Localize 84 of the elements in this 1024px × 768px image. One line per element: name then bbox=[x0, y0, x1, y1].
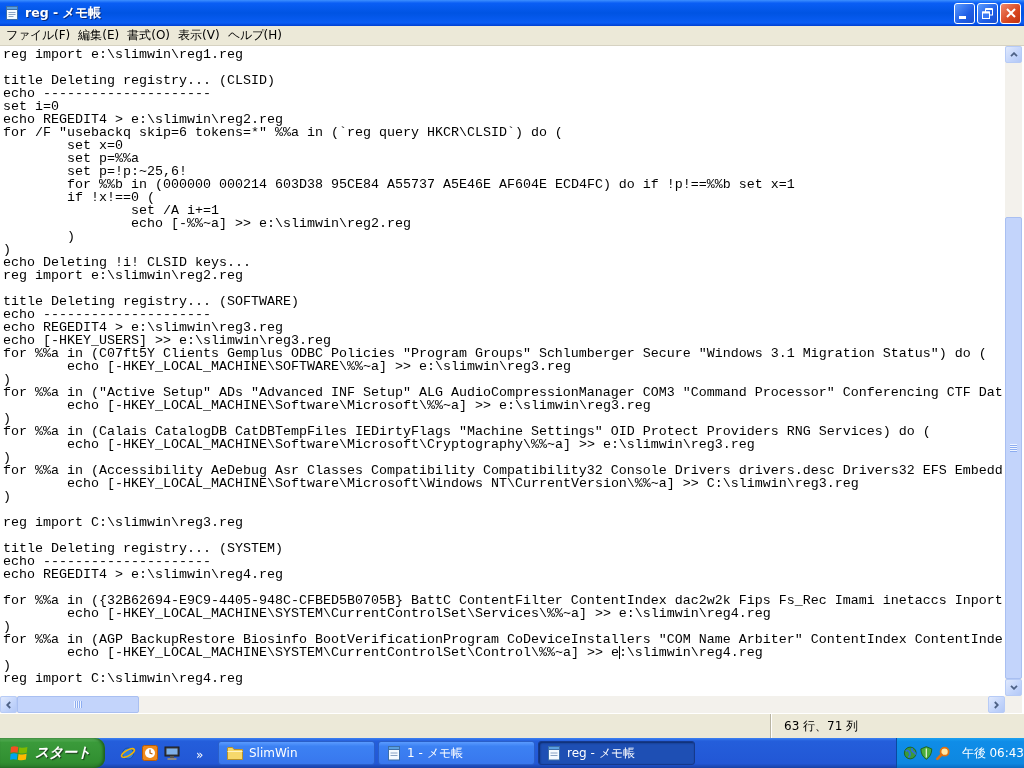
code-line: echo REGEDIT4 > e:\slimwin\reg2.reg bbox=[3, 112, 283, 127]
chevron-left-icon bbox=[6, 700, 11, 709]
chevron-up-icon bbox=[1009, 52, 1018, 57]
scroll-up-button[interactable] bbox=[1005, 46, 1022, 63]
code-line: if !x!==0 ( bbox=[67, 190, 155, 205]
task-button[interactable]: reg - メモ帳 bbox=[538, 741, 695, 765]
code-line: set /A i+=1 bbox=[131, 203, 219, 218]
close-button[interactable] bbox=[1000, 2, 1021, 24]
notepad-icon bbox=[547, 745, 561, 761]
chevron-down-icon bbox=[1009, 685, 1018, 690]
code-line: echo [-HKEY_LOCAL_MACHINE\SOFTWARE\%%~a] >> e:\slimwin\reg3.reg bbox=[67, 359, 571, 374]
code-line: title Deleting registry... (SYSTEM) bbox=[3, 541, 283, 556]
scroll-down-button[interactable] bbox=[1005, 679, 1022, 696]
code-line: echo Deleting !i! CLSID keys... bbox=[3, 255, 251, 270]
code-line: echo [-HKEY_USERS] >> e:\slimwin\reg3.reg bbox=[3, 333, 331, 348]
code-line: reg import e:\slimwin\reg1.reg bbox=[3, 47, 243, 62]
code-line: echo --------------------- bbox=[3, 307, 211, 322]
code-line: echo --------------------- bbox=[3, 86, 211, 101]
notepad-icon bbox=[4, 5, 20, 21]
restore-button[interactable] bbox=[977, 2, 998, 24]
monitor-icon[interactable] bbox=[164, 745, 180, 761]
code-line: for %%a in (Accessibility AeDebug Asr Classes Compatibility Compatibility32 Console Drivers drivers.desc Drivers32 EFS Embedd bbox=[3, 463, 1003, 478]
code-line: set i=0 bbox=[3, 99, 59, 114]
folder-icon bbox=[227, 746, 243, 760]
code-line: echo [-HKEY_LOCAL_MACHINE\Software\Microsoft\Cryptography\%%~a] >> e:\slimwin\reg3.reg bbox=[67, 437, 755, 452]
code-line: echo [-HKEY_LOCAL_MACHINE\SYSTEM\CurrentControlSet\Control\%%~a] >> e:\slimwin\reg4.reg bbox=[67, 645, 763, 660]
menu-item[interactable]: 表示(V) bbox=[174, 26, 224, 45]
code-line: ) bbox=[3, 489, 11, 504]
code-line: for %%a in (AGP BackupRestore Biosinfo BootVerificationProgram CoDeviceInstallers "COM Name Arbiter" ContentIndex ContentInde bbox=[3, 632, 1003, 647]
magnifier-icon[interactable] bbox=[936, 745, 951, 761]
task-button[interactable]: 1 - メモ帳 bbox=[378, 741, 535, 765]
scroll-thumb[interactable] bbox=[17, 696, 139, 713]
code-line: for %%b in (000000 000214 603D38 95CE84 A55737 A5E46E AF604E ECD4FC) do if !p!==%%b set x=1 bbox=[67, 177, 795, 192]
overflow-button[interactable]: » bbox=[194, 749, 206, 761]
code-line: for /F "usebackq skip=6 tokens=*" %%a in (`reg query HKCR\CLSID`) do ( bbox=[3, 125, 563, 140]
menu-item[interactable]: 編集(E) bbox=[74, 26, 124, 45]
restore-icon bbox=[982, 7, 993, 19]
code-line: title Deleting registry... (SOFTWARE) bbox=[3, 294, 299, 309]
clock-icon[interactable] bbox=[142, 745, 158, 761]
close-icon bbox=[1005, 8, 1016, 18]
code-line: for %%a in (C07ft5Y Clients Gemplus ODBC Policies "Program Groups" Schlumberger Secure "Windows 3.1 Migration Status") do ( bbox=[3, 346, 987, 361]
scroll-thumb[interactable] bbox=[1005, 217, 1022, 679]
code-line: echo --------------------- bbox=[3, 554, 211, 569]
menu-item[interactable]: ファイル(F) bbox=[2, 26, 75, 45]
code-line: ) bbox=[3, 411, 11, 426]
code-line: set p=!p:~25,6! bbox=[67, 164, 187, 179]
window-title: reg - メモ帳 bbox=[25, 4, 102, 22]
code-line: reg import C:\slimwin\reg3.reg bbox=[3, 515, 243, 530]
code-line: echo [-HKEY_LOCAL_MACHINE\SYSTEM\CurrentControlSet\Services\%%~a] >> e:\slimwin\reg4.reg bbox=[67, 606, 771, 621]
code-line: reg import e:\slimwin\reg2.reg bbox=[3, 268, 243, 283]
code-line: echo [-HKEY_LOCAL_MACHINE\Software\Microsoft\%%~a] >> e:\slimwin\reg3.reg bbox=[67, 398, 651, 413]
scrollbar-corner bbox=[1005, 696, 1022, 713]
menu-item[interactable]: 書式(O) bbox=[123, 26, 175, 45]
minimize-button[interactable] bbox=[954, 2, 975, 24]
code-line: set x=0 bbox=[67, 138, 123, 153]
globe-icon[interactable] bbox=[120, 745, 136, 761]
code-line: ) bbox=[3, 372, 11, 387]
code-line: ) bbox=[3, 450, 11, 465]
scroll-left-button[interactable] bbox=[0, 696, 17, 713]
code-line: ) bbox=[67, 229, 75, 244]
code-line: echo [-%%~a] >> e:\slimwin\reg2.reg bbox=[131, 216, 411, 231]
code-line: title Deleting registry... (CLSID) bbox=[3, 73, 275, 88]
windows-flag-icon bbox=[10, 744, 28, 762]
minimize-icon bbox=[959, 15, 966, 19]
code-line: reg import C:\slimwin\reg4.reg bbox=[3, 671, 243, 686]
code-line: for %%a in ("Active Setup" ADs "Advanced INF Setup" ALG AudioCompressionManager COM3 "Command Processor" Conferencing CTF Dat bbox=[3, 385, 1003, 400]
notepad-icon bbox=[387, 745, 401, 761]
code-line: ) bbox=[3, 619, 11, 634]
clock: 午後 06:43 bbox=[961, 744, 1024, 762]
code-line: ) bbox=[3, 242, 11, 257]
cursor-position: 63 行、71 列 bbox=[784, 717, 859, 735]
code-line: echo [-HKEY_LOCAL_MACHINE\Software\Microsoft\Windows NT\CurrentVersion\%%~a] >> C:\slimwin\reg3.reg bbox=[67, 476, 859, 491]
scroll-right-button[interactable] bbox=[988, 696, 1005, 713]
code-line: echo REGEDIT4 > e:\slimwin\reg4.reg bbox=[3, 567, 283, 582]
code-line: ) bbox=[3, 658, 11, 673]
code-line: echo REGEDIT4 > e:\slimwin\reg3.reg bbox=[3, 320, 283, 335]
code-line: for %%a in ({32B62694-E9C9-4405-948C-CFBED5B0705B} BattC ContentFilter ContentIndex dac2w2k Fips Fs_Rec Imami inetaccs Inport bbox=[3, 593, 1003, 608]
shield-icon[interactable] bbox=[920, 745, 934, 761]
menu-item[interactable]: ヘルプ(H) bbox=[223, 26, 286, 45]
start-button[interactable]: スタート bbox=[0, 738, 105, 768]
task-button[interactable]: SlimWin bbox=[218, 741, 375, 765]
code-line: for %%a in (Calais CatalogDB CatDBTempFiles IEDirtyFlags "Machine Settings" OID Protect Providers RNG Services) do ( bbox=[3, 424, 931, 439]
chevron-right-icon bbox=[994, 700, 999, 709]
code-line: set p=%%a bbox=[67, 151, 139, 166]
